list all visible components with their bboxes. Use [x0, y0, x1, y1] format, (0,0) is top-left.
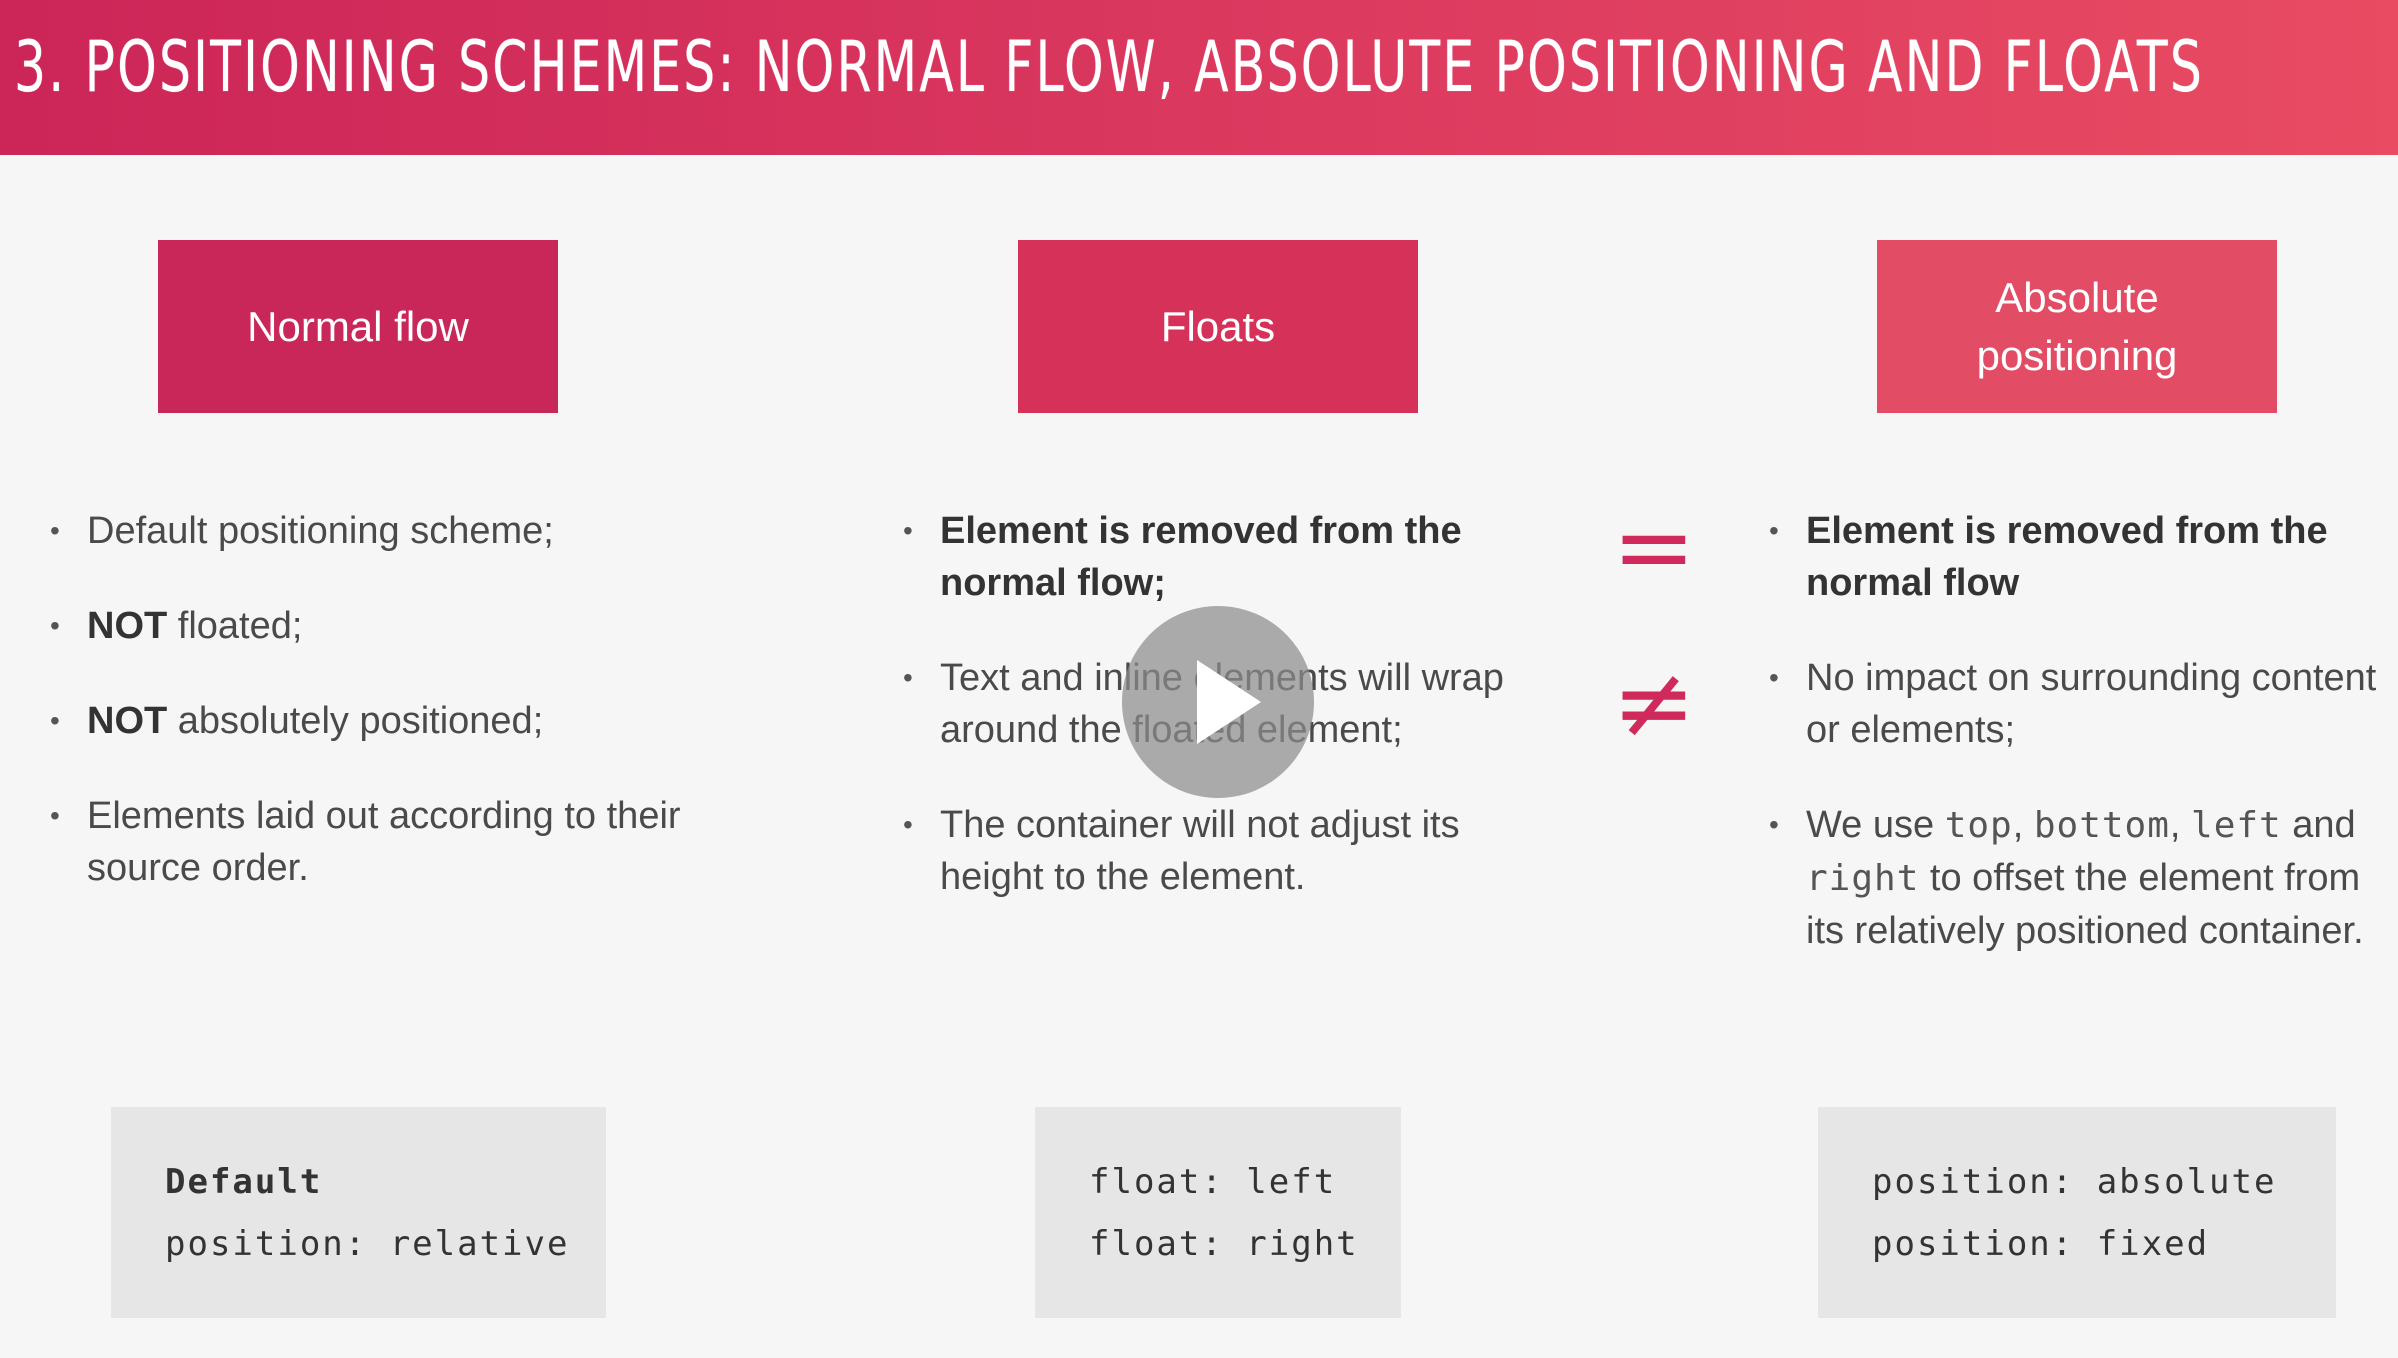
list-item: Element is removed from the normal flow;	[903, 505, 1543, 609]
floats-box: Floats	[1018, 240, 1418, 413]
normal-flow-code-box: Default position: relative	[111, 1107, 606, 1318]
absolute-positioning-label: Absolute positioning	[1976, 273, 2178, 379]
code-line: float: left	[1089, 1162, 1337, 1202]
list-item: Elements laid out according to their sou…	[50, 790, 690, 894]
play-icon	[1197, 660, 1261, 744]
floats-code-box: float: left float: right	[1035, 1107, 1401, 1318]
code-line: position: relative	[165, 1224, 570, 1264]
equal-sign-icon: =	[1612, 488, 1696, 605]
list-item: No impact on surrounding content or elem…	[1769, 652, 2389, 756]
normal-flow-list: Default positioning scheme; NOT floated;…	[50, 505, 690, 937]
inline-code: right	[1806, 858, 1920, 899]
inline-code: bottom	[2033, 805, 2170, 846]
code-line: float: right	[1089, 1224, 1359, 1264]
not-equal-sign-icon: ≠	[1612, 644, 1696, 761]
floats-label: Floats	[1160, 302, 1276, 350]
absolute-code-box: position: absolute position: fixed	[1818, 1107, 2336, 1318]
inline-code: top	[1944, 805, 2013, 846]
code-line: position: fixed	[1872, 1224, 2210, 1264]
list-item: Default positioning scheme;	[50, 505, 690, 557]
inline-code: left	[2191, 805, 2282, 846]
absolute-positioning-list: Element is removed from the normal flow …	[1769, 505, 2389, 1000]
play-button[interactable]	[1122, 606, 1314, 798]
list-item: Element is removed from the normal flow	[1769, 505, 2389, 609]
slide-title: 3. Positioning Schemes: Normal Flow, Abs…	[14, 26, 2205, 108]
code-line: Default	[165, 1162, 323, 1202]
normal-flow-label: Normal flow	[247, 302, 469, 350]
header-banner: 3. Positioning Schemes: Normal Flow, Abs…	[0, 0, 2398, 155]
list-item: We use top, bottom, left and right to of…	[1769, 799, 2389, 957]
normal-flow-box: Normal flow	[158, 240, 558, 413]
list-item: NOT absolutely positioned;	[50, 695, 690, 747]
absolute-positioning-box: Absolute positioning	[1877, 240, 2277, 413]
list-item: The container will not adjust its height…	[903, 799, 1543, 903]
list-item: NOT floated;	[50, 600, 690, 652]
code-line: position: absolute	[1872, 1162, 2277, 1202]
